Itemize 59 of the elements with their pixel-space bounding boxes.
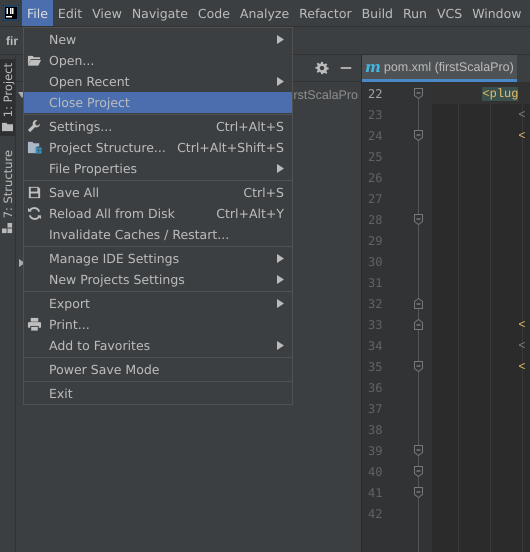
project-title: fir bbox=[6, 34, 18, 48]
tool-window-tab[interactable]: 7: Structure bbox=[0, 146, 15, 238]
menu-bar-item[interactable]: File bbox=[22, 0, 53, 26]
fold-marker-icon[interactable] bbox=[414, 88, 422, 99]
code-text: <plug bbox=[481, 86, 518, 100]
reload-icon bbox=[27, 206, 42, 221]
menu-item[interactable]: Invalidate Caches / Restart... bbox=[24, 224, 292, 245]
print-icon bbox=[27, 317, 42, 332]
menu-item[interactable]: Settings... Ctrl+Alt+S bbox=[24, 116, 292, 137]
fold-marker-icon[interactable] bbox=[414, 487, 422, 498]
code-text: < bbox=[517, 360, 526, 374]
menu-bar-item[interactable]: Window bbox=[467, 0, 526, 26]
save-icon bbox=[27, 185, 42, 200]
fold-marker-icon[interactable] bbox=[414, 445, 422, 456]
file-type-letter: m bbox=[365, 58, 381, 76]
menu-bar-item[interactable]: Edit bbox=[52, 0, 88, 26]
menu-item[interactable]: Open Recent bbox=[24, 71, 292, 92]
project-structure-icon bbox=[27, 140, 42, 155]
folder-icon bbox=[27, 53, 42, 68]
fold-marker-icon[interactable] bbox=[414, 214, 422, 225]
code-text: < bbox=[517, 338, 526, 352]
menu-item[interactable]: Project Structure... Ctrl+Alt+Shift+S bbox=[24, 137, 292, 158]
menu-item[interactable]: Print... bbox=[24, 314, 292, 335]
menu-item[interactable]: Reload All from Disk Ctrl+Alt+Y bbox=[24, 203, 292, 224]
menu-item[interactable]: Export bbox=[24, 293, 292, 314]
structure-icon bbox=[2, 222, 13, 234]
menu-item[interactable]: Exit bbox=[24, 383, 292, 404]
menu-item[interactable]: File Properties bbox=[24, 158, 292, 179]
code-text: < bbox=[517, 128, 526, 142]
collapse-arrow-icon[interactable] bbox=[18, 258, 26, 266]
menu-bar-item[interactable]: View bbox=[87, 0, 127, 26]
fold-marker-icon[interactable] bbox=[414, 466, 422, 477]
tree-item[interactable]: rstScalaPro bbox=[293, 88, 358, 102]
menu-bar-item[interactable]: VCS bbox=[432, 0, 468, 26]
menu-bar-item[interactable]: Analyze bbox=[234, 0, 294, 26]
app-logo-icon[interactable] bbox=[3, 5, 19, 21]
wrench-icon bbox=[27, 119, 42, 134]
fold-marker-icon[interactable] bbox=[414, 130, 422, 141]
menu-item[interactable]: New bbox=[24, 29, 292, 50]
folder-icon bbox=[2, 121, 13, 132]
settings-icon[interactable] bbox=[315, 61, 329, 75]
menu-item[interactable]: Manage IDE Settings bbox=[24, 248, 292, 269]
menu-item[interactable]: Power Save Mode bbox=[24, 359, 292, 380]
menu-item[interactable]: Add to Favorites bbox=[24, 335, 292, 356]
fold-marker-icon[interactable] bbox=[414, 361, 422, 372]
tool-window-tab[interactable]: 1: Project bbox=[0, 59, 15, 136]
code-text: < bbox=[517, 108, 526, 122]
tab-label: pom.xml (firstScalaPro) bbox=[384, 60, 514, 74]
editor-tab[interactable]: m pom.xml (firstScalaPro) bbox=[362, 55, 517, 82]
menu-item[interactable]: Open... bbox=[24, 50, 292, 71]
menu-bar-item[interactable]: Build bbox=[356, 0, 398, 26]
line-number: 22 bbox=[367, 86, 384, 100]
menu-bar-item[interactable]: Code bbox=[192, 0, 235, 26]
menu-item[interactable]: Save All Ctrl+S bbox=[24, 182, 292, 203]
menu-bar-item[interactable]: Refactor bbox=[294, 0, 357, 26]
menu-bar-item[interactable]: Navigate bbox=[126, 0, 193, 26]
code-text: < bbox=[517, 318, 526, 332]
menu-item[interactable]: New Projects Settings bbox=[24, 269, 292, 290]
menu-bar-item[interactable]: Run bbox=[398, 0, 432, 26]
